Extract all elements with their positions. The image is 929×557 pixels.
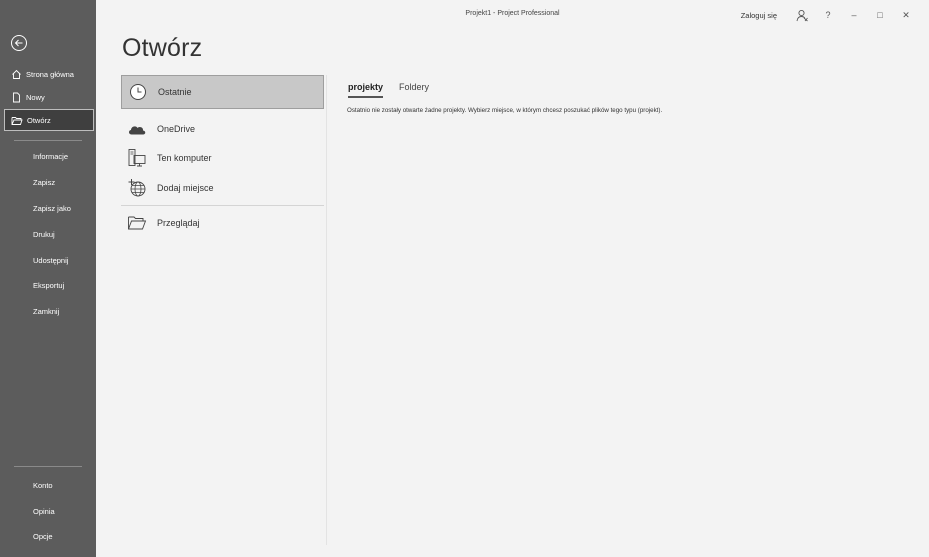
nav-info[interactable]: Informacje xyxy=(0,148,96,166)
sign-in-link[interactable]: Zaloguj się xyxy=(741,11,777,20)
cloud-icon xyxy=(127,119,147,139)
nav-home-label: Strona główna xyxy=(26,69,74,79)
nav-options[interactable]: Opcje xyxy=(0,528,96,546)
backstage-sidebar: Strona główna Nowy Otwórz Informacje Zap… xyxy=(0,0,96,557)
location-this-pc[interactable]: Ten komputer xyxy=(121,141,324,175)
back-arrow-icon xyxy=(11,35,27,51)
help-button[interactable]: ? xyxy=(815,6,841,24)
clock-icon xyxy=(128,82,148,102)
nav-export[interactable]: Eksportuj xyxy=(0,277,96,295)
nav-home[interactable]: Strona główna xyxy=(4,63,94,85)
nav-account[interactable]: Konto xyxy=(0,477,96,495)
sidebar-divider xyxy=(14,466,82,467)
nav-new[interactable]: Nowy xyxy=(4,86,94,108)
location-onedrive-label: OneDrive xyxy=(157,124,196,134)
nav-open-label: Otwórz xyxy=(27,115,51,125)
nav-save-as[interactable]: Zapisz jako xyxy=(0,200,96,218)
nav-feedback[interactable]: Opinia xyxy=(0,503,96,521)
nav-open[interactable]: Otwórz xyxy=(4,109,94,131)
tab-projects[interactable]: projekty xyxy=(348,82,384,98)
panel-separator xyxy=(326,75,327,545)
folder-icon xyxy=(127,213,147,233)
empty-state-message: Ostatnio nie zostały otwarte żadne proje… xyxy=(347,107,663,114)
location-this-pc-label: Ten komputer xyxy=(157,153,212,163)
file-type-tabs: projekty Foldery xyxy=(348,82,429,98)
location-add-place-label: Dodaj miejsce xyxy=(157,183,214,193)
maximize-button[interactable]: □ xyxy=(867,6,893,24)
coauthoring-button[interactable] xyxy=(789,6,815,24)
globe-add-icon xyxy=(127,178,147,198)
nav-close[interactable]: Zamknij xyxy=(0,303,96,321)
nav-new-label: Nowy xyxy=(26,92,45,102)
title-bar: Projekt1 - Project Professional Zaloguj … xyxy=(96,0,929,30)
location-browse-label: Przeglądaj xyxy=(157,218,200,228)
location-recent-label: Ostatnie xyxy=(158,87,192,97)
nav-share[interactable]: Udostępnij xyxy=(0,252,96,270)
close-button[interactable]: ✕ xyxy=(893,6,919,24)
location-add-place[interactable]: Dodaj miejsce xyxy=(121,171,324,205)
location-browse[interactable]: Przeglądaj xyxy=(121,206,324,240)
nav-save[interactable]: Zapisz xyxy=(0,174,96,192)
location-recent[interactable]: Ostatnie xyxy=(121,75,324,109)
sidebar-divider xyxy=(14,140,82,141)
nav-print[interactable]: Drukuj xyxy=(0,226,96,244)
folder-open-icon xyxy=(11,114,23,126)
minimize-button[interactable]: – xyxy=(841,6,867,24)
home-icon xyxy=(10,68,22,80)
computer-icon xyxy=(127,148,147,168)
page-title: Otwórz xyxy=(122,34,203,62)
new-document-icon xyxy=(10,91,22,103)
person-feedback-icon xyxy=(796,9,808,21)
tab-folders[interactable]: Foldery xyxy=(399,82,429,96)
title-bar-controls: Zaloguj się ? – □ ✕ xyxy=(741,6,919,24)
back-button[interactable] xyxy=(10,34,28,52)
